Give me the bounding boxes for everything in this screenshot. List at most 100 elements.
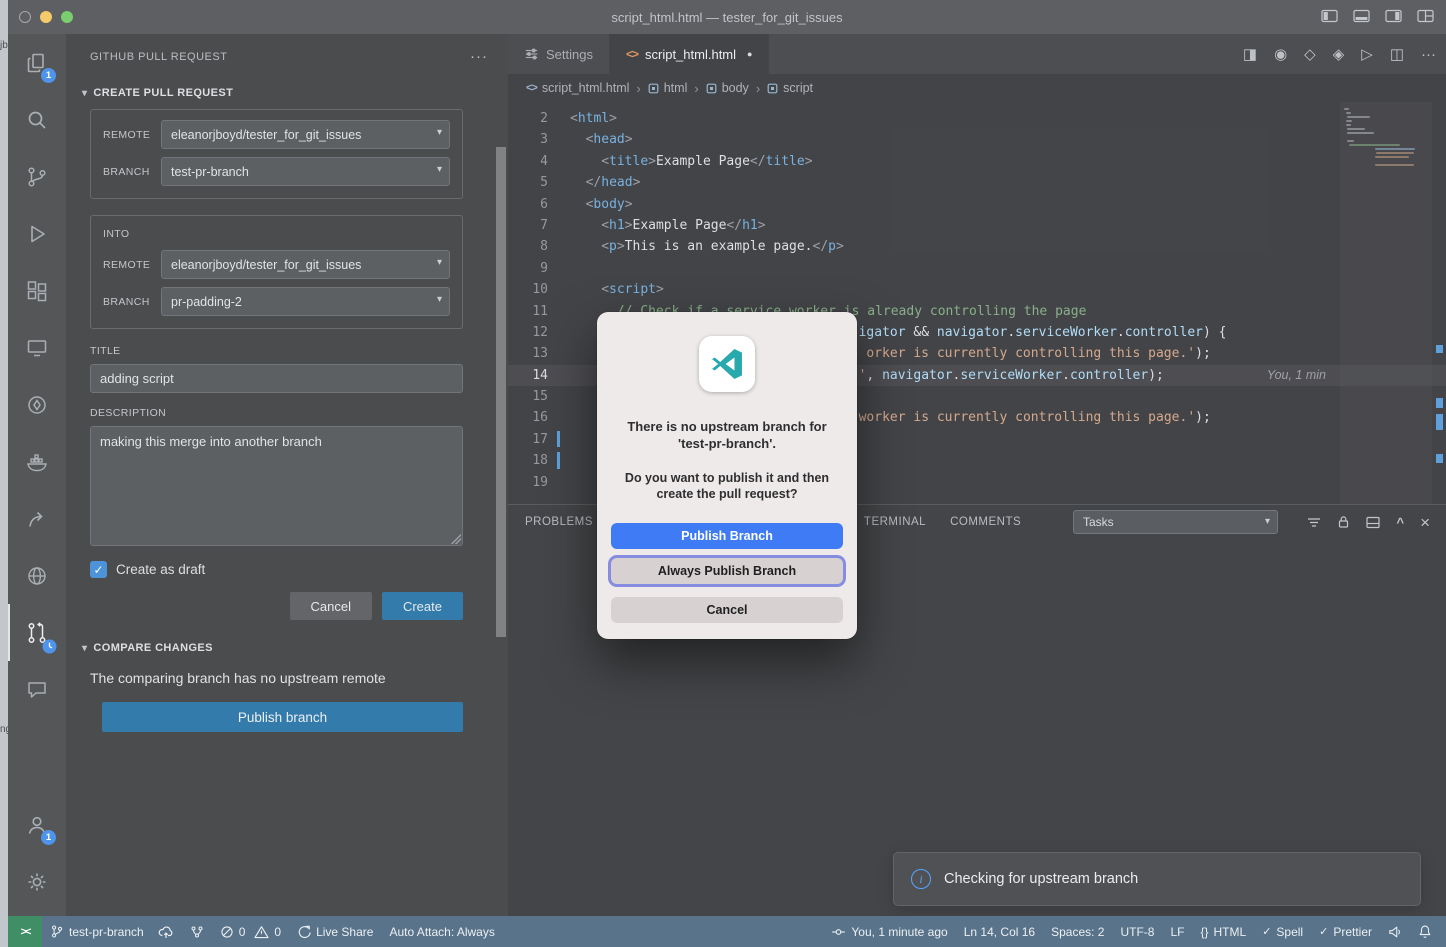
browser-preview-icon[interactable]: [8, 547, 66, 604]
create-as-draft-checkbox[interactable]: ✓: [90, 561, 107, 578]
from-branch-select[interactable]: test-pr-branch ▾: [161, 157, 450, 186]
toggle-secondary-sidebar-icon[interactable]: [1385, 9, 1402, 23]
problems-status-item[interactable]: 0 0: [212, 916, 289, 947]
code-line[interactable]: 7 <h1>Example Page</h1>: [508, 215, 1446, 236]
minimap-line: [1345, 120, 1352, 122]
open-changes-icon[interactable]: ◉: [1274, 45, 1287, 63]
always-publish-branch-button[interactable]: Always Publish Branch: [611, 557, 843, 584]
accounts-badge: 1: [41, 830, 56, 845]
resize-grip[interactable]: [451, 534, 461, 544]
gitlens-icon[interactable]: [8, 376, 66, 433]
share-icon[interactable]: [8, 490, 66, 547]
panel-layout-icon[interactable]: [1366, 516, 1381, 529]
source-control-icon[interactable]: [8, 148, 66, 205]
panel-tab-problems[interactable]: PROBLEMS: [525, 516, 593, 528]
create-button[interactable]: Create: [381, 592, 463, 620]
language-mode-status-item[interactable]: {} HTML: [1193, 916, 1255, 947]
spell-checker-status-item[interactable]: ✓ Spell: [1254, 916, 1311, 947]
docker-icon[interactable]: [8, 433, 66, 490]
indentation-status-item[interactable]: Spaces: 2: [1043, 916, 1112, 947]
code-line[interactable]: 10 <script>: [508, 279, 1446, 300]
code-line[interactable]: 9: [508, 258, 1446, 279]
breadcrumb-script[interactable]: script: [767, 81, 813, 95]
modified-gutter-indicator: [548, 450, 570, 471]
lock-icon[interactable]: [1337, 515, 1350, 529]
code-line[interactable]: 8 <p>This is an example page.</p>: [508, 236, 1446, 257]
prettier-status-item[interactable]: ✓ Prettier: [1311, 916, 1380, 947]
code-line[interactable]: 3 <head>: [508, 129, 1446, 150]
search-icon[interactable]: [8, 91, 66, 148]
pr-description-textarea[interactable]: making this merge into another branch: [90, 426, 463, 546]
into-branch-select[interactable]: pr-padding-2 ▾: [161, 287, 450, 316]
pr-title-input[interactable]: [90, 364, 463, 393]
accounts-icon[interactable]: 1: [8, 796, 66, 853]
customize-layout-icon[interactable]: [1417, 9, 1434, 23]
code-line[interactable]: 5 </head>: [508, 172, 1446, 193]
publish-branch-button[interactable]: Publish branch: [102, 702, 463, 732]
open-preview-icon[interactable]: ◨: [1243, 45, 1257, 63]
filter-icon[interactable]: [1307, 516, 1321, 529]
diamond-icon[interactable]: ◇: [1304, 45, 1316, 63]
section-create-pull-request[interactable]: ▾ CREATE PULL REQUEST: [66, 71, 508, 109]
encoding-status-item[interactable]: UTF-8: [1112, 916, 1162, 947]
dialog-cancel-button[interactable]: Cancel: [611, 596, 843, 623]
publish-branch-dialog: There is no upstream branch for 'test-pr…: [597, 312, 857, 639]
tab-settings[interactable]: Settings: [508, 34, 610, 74]
remote-explorer-icon[interactable]: [8, 319, 66, 376]
line-number: 5: [540, 175, 548, 191]
into-remote-select[interactable]: eleanorjboyd/tester_for_git_issues ▾: [161, 250, 450, 279]
more-actions-icon[interactable]: ···: [470, 48, 488, 65]
git-graph-status-item[interactable]: [182, 916, 212, 947]
close-panel-icon[interactable]: ×: [1420, 514, 1430, 531]
remote-indicator[interactable]: ><: [8, 916, 42, 947]
maximize-panel-icon[interactable]: ^: [1396, 516, 1404, 529]
run-file-icon[interactable]: ▷: [1361, 45, 1373, 63]
toggle-sidebar-icon[interactable]: [1321, 9, 1338, 23]
notification-toast[interactable]: i Checking for upstream branch: [893, 852, 1421, 906]
window-minimize-button[interactable]: [40, 11, 52, 23]
live-share-status-item[interactable]: Live Share: [289, 916, 381, 947]
cancel-button[interactable]: Cancel: [289, 592, 372, 620]
panel-tab-comments[interactable]: COMMENTS: [950, 516, 1021, 528]
code-line[interactable]: 6 <body>: [508, 194, 1446, 215]
code-line[interactable]: 4 <title>Example Page</title>: [508, 151, 1446, 172]
compare-message: The comparing branch has no upstream rem…: [90, 670, 386, 686]
announcement-status-item[interactable]: [1380, 916, 1410, 947]
window-zoom-button[interactable]: [61, 11, 73, 23]
tasks-dropdown[interactable]: Tasks ▾: [1073, 510, 1278, 534]
settings-gear-icon[interactable]: [8, 853, 66, 910]
publish-branch-dialog-button[interactable]: Publish Branch: [611, 522, 843, 549]
cursor-position-status-item[interactable]: Ln 14, Col 16: [956, 916, 1043, 947]
sidebar-scrollbar[interactable]: [496, 147, 506, 637]
run-debug-icon[interactable]: [8, 205, 66, 262]
github-pull-request-icon[interactable]: [8, 604, 66, 661]
sidebar-title: GITHUB PULL REQUEST: [90, 50, 228, 63]
minimap[interactable]: [1340, 102, 1432, 504]
diamond-arrow-icon[interactable]: ◈: [1333, 45, 1345, 63]
breadcrumb-html[interactable]: html: [648, 81, 687, 95]
explorer-icon[interactable]: 1: [8, 34, 66, 91]
tab-script-html[interactable]: <> script_html.html ●: [609, 34, 770, 74]
from-group: REMOTE eleanorjboyd/tester_for_git_issue…: [90, 109, 463, 199]
breadcrumb-body[interactable]: body: [706, 81, 749, 95]
eol-status-item[interactable]: LF: [1162, 916, 1192, 947]
more-actions-icon[interactable]: ···: [1421, 46, 1436, 63]
toggle-panel-icon[interactable]: [1353, 9, 1370, 23]
panel-tab-terminal[interactable]: TERMINAL: [864, 516, 926, 528]
modified-dot-icon[interactable]: ●: [747, 49, 752, 59]
from-remote-select[interactable]: eleanorjboyd/tester_for_git_issues ▾: [161, 120, 450, 149]
git-graph-icon: [190, 925, 204, 939]
line-number: 10: [532, 282, 548, 298]
auto-attach-status-item[interactable]: Auto Attach: Always: [381, 916, 502, 947]
split-editor-icon[interactable]: ◫: [1390, 45, 1404, 63]
breadcrumb-file[interactable]: <> script_html.html: [526, 81, 629, 95]
code-line[interactable]: 2 <html>: [508, 108, 1446, 129]
window-close-button[interactable]: [19, 11, 31, 23]
comments-icon[interactable]: [8, 661, 66, 718]
commit-info-status-item[interactable]: You, 1 minute ago: [823, 916, 955, 947]
branch-status-item[interactable]: test-pr-branch: [42, 916, 182, 947]
remote-label: REMOTE: [103, 128, 151, 141]
section-compare-changes[interactable]: ▾ COMPARE CHANGES: [66, 626, 508, 664]
extensions-icon[interactable]: [8, 262, 66, 319]
notifications-bell-item[interactable]: [1410, 916, 1440, 947]
